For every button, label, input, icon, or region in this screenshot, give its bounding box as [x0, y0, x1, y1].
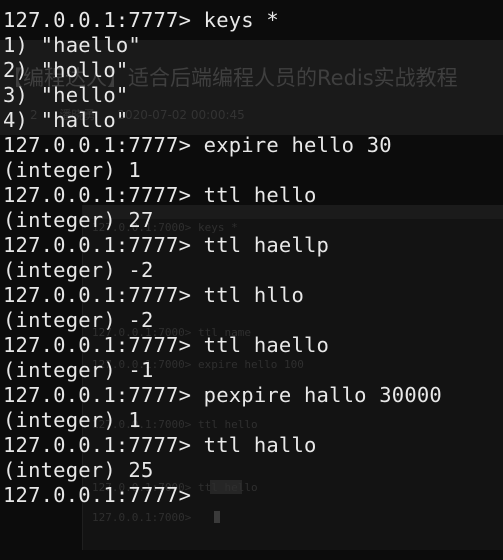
terminal-line-result: 2) "hollo"	[3, 58, 129, 82]
terminal-line-result: (integer) -2	[3, 258, 154, 282]
terminal-line-prompt: 127.0.0.1:7777> keys *	[3, 8, 279, 32]
terminal-line-result: (integer) -1	[3, 358, 154, 382]
terminal-line-prompt: 127.0.0.1:7777> expire hello 30	[3, 133, 392, 157]
terminal-line-result: 3) "hello"	[3, 83, 129, 107]
terminal-output[interactable]: 127.0.0.1:7777> keys * 1) "haello" 2) "h…	[0, 0, 503, 560]
terminal-line-result: 4) "hallo"	[3, 108, 129, 132]
terminal-line-prompt: 127.0.0.1:7777> ttl haello	[3, 333, 330, 357]
terminal-line-result: 1) "haello"	[3, 33, 141, 57]
terminal-line-prompt: 127.0.0.1:7777> ttl hllo	[3, 283, 305, 307]
terminal-line-result: (integer) 1	[3, 158, 141, 182]
terminal-line-prompt: 127.0.0.1:7777> pexpire hallo 30000	[3, 383, 442, 407]
terminal-line-prompt: 127.0.0.1:7777> ttl haellp	[3, 233, 330, 257]
terminal-line-prompt: 127.0.0.1:7777> ttl hello	[3, 183, 317, 207]
terminal-line-result: (integer) 27	[3, 208, 154, 232]
terminal-line-result: (integer) -2	[3, 308, 154, 332]
terminal-input-prompt[interactable]: 127.0.0.1:7777>	[3, 483, 503, 508]
terminal-line-prompt: 127.0.0.1:7777> ttl hallo	[3, 433, 317, 457]
terminal-line-result: (integer) 1	[3, 408, 141, 432]
terminal-line-result: (integer) 25	[3, 458, 154, 482]
